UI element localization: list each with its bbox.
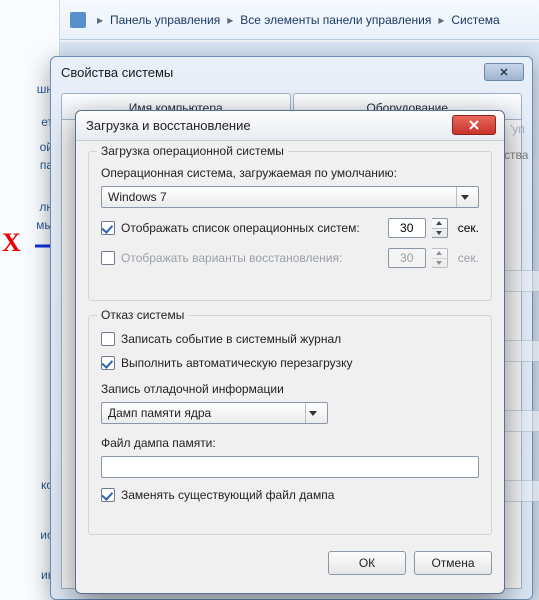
recovery-seconds-spinner [432, 248, 448, 268]
breadcrumb-sep: ▸ [435, 13, 447, 27]
group-system-failure: Отказ системы Записать событие в системн… [88, 315, 492, 535]
seconds-unit: сек. [458, 221, 479, 235]
checkbox-auto-reboot[interactable] [101, 356, 115, 370]
close-icon: ✕ [499, 66, 508, 79]
row-overwrite: Заменять существующий файл дампа [101, 488, 479, 502]
ok-button[interactable]: ОК [328, 551, 406, 575]
checkbox-log-event-label: Записать событие в системный журнал [121, 332, 341, 346]
system-properties-title: Свойства системы [61, 65, 173, 80]
os-list-seconds-spinner[interactable] [432, 218, 448, 238]
row-log-event: Записать событие в системный журнал [101, 332, 479, 346]
checkbox-show-recovery[interactable] [101, 251, 115, 265]
breadcrumb-sep: ▸ [94, 13, 106, 27]
default-os-label: Операционная система, загружаемая по умо… [101, 166, 479, 180]
button-label: ОК [359, 556, 375, 570]
startup-recovery-titlebar[interactable]: Загрузка и восстановление [76, 111, 504, 141]
dump-type-label: Запись отладочной информации [101, 382, 479, 396]
checkbox-overwrite-dump-label: Заменять существующий файл дампа [121, 488, 334, 502]
breadcrumb-sep: ▸ [224, 13, 236, 27]
group-system-startup: Загрузка операционной системы Операционн… [88, 151, 492, 301]
system-properties-titlebar[interactable]: Свойства системы [51, 57, 532, 87]
startup-recovery-dialog: Загрузка и восстановление Загрузка опера… [75, 110, 505, 594]
ghost-label-fragment: ства [504, 148, 528, 162]
dump-file-label: Файл дампа памяти: [101, 436, 479, 450]
breadcrumb-bar: ▸ Панель управления ▸ Все элементы панел… [60, 0, 539, 40]
chevron-down-icon [305, 403, 321, 423]
dialog-button-bar: ОК Отмена [76, 551, 504, 583]
recovery-seconds-input: 30 [388, 248, 426, 268]
ghost-tab-fragment: 'уп [510, 122, 525, 136]
row-show-recovery: Отображать варианты восстановления: 30 с… [101, 248, 479, 268]
checkbox-show-os-list[interactable] [101, 221, 115, 235]
checkbox-log-event[interactable] [101, 332, 115, 346]
group-legend: Отказ системы [97, 308, 188, 322]
startup-recovery-title: Загрузка и восстановление [86, 118, 251, 133]
breadcrumb-seg[interactable]: Система [451, 13, 499, 27]
annotation-x-mark: X [2, 228, 21, 258]
startup-recovery-close-button[interactable] [452, 115, 496, 135]
group-legend: Загрузка операционной системы [97, 144, 288, 158]
default-os-value: Windows 7 [108, 190, 456, 204]
cancel-button[interactable]: Отмена [414, 551, 492, 575]
system-properties-close-button[interactable]: ✕ [484, 63, 524, 81]
checkbox-show-os-list-label: Отображать список операционных систем: [121, 221, 360, 235]
dump-file-input[interactable] [101, 456, 479, 478]
breadcrumb-seg[interactable]: Панель управления [110, 13, 220, 27]
checkbox-show-recovery-label: Отображать варианты восстановления: [121, 251, 342, 265]
checkbox-overwrite-dump[interactable] [101, 488, 115, 502]
default-os-combo[interactable]: Windows 7 [101, 186, 479, 208]
button-label: Отмена [431, 556, 474, 570]
seconds-unit: сек. [458, 251, 479, 265]
dump-type-combo[interactable]: Дамп памяти ядра [101, 402, 328, 424]
computer-icon [70, 12, 86, 28]
dump-type-value: Дамп памяти ядра [108, 406, 305, 420]
checkbox-auto-reboot-label: Выполнить автоматическую перезагрузку [121, 356, 353, 370]
os-list-seconds-input[interactable]: 30 [388, 218, 426, 238]
chevron-down-icon [456, 187, 472, 207]
row-show-os-list: Отображать список операционных систем: 3… [101, 218, 479, 238]
close-icon [468, 119, 480, 131]
row-auto-reboot: Выполнить автоматическую перезагрузку [101, 356, 479, 370]
breadcrumb-seg[interactable]: Все элементы панели управления [240, 13, 431, 27]
